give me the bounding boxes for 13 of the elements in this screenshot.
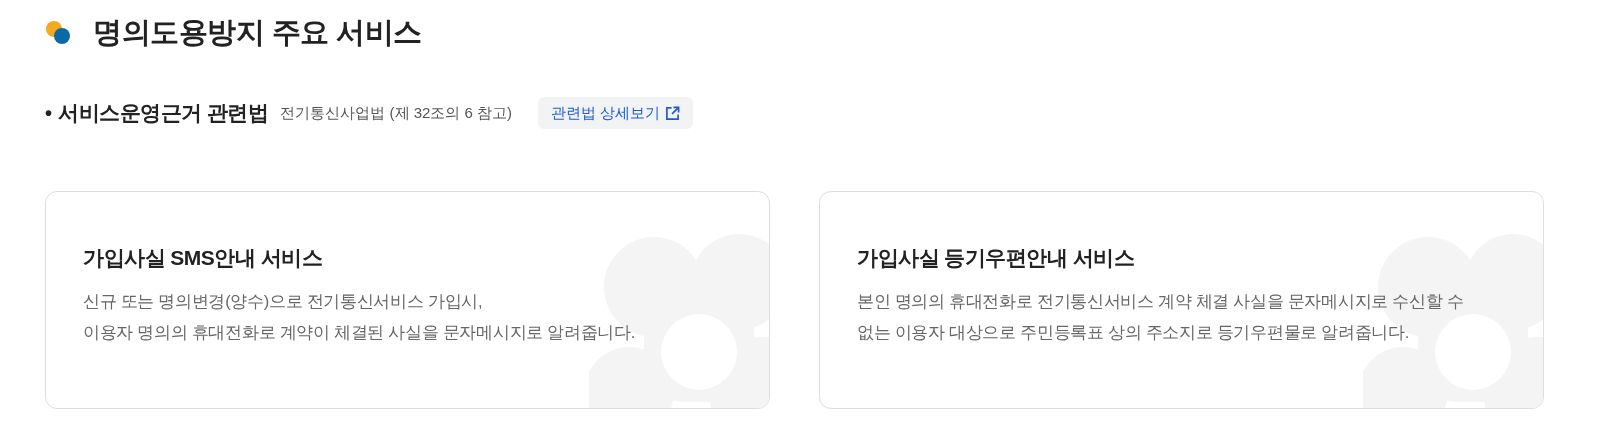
external-link-icon [665,105,681,121]
card-description-line: 이용자 명의의 휴대전화로 계약이 체결된 사실을 문자메시지로 알려줍니다. [83,322,636,343]
logo-icon [45,20,71,46]
law-reference: 전기통신사업법 (제 32조의 6 참고) [280,103,513,123]
section-label: 서비스운영근거 관련법 [58,100,269,126]
law-detail-button[interactable]: 관련법 상세보기 [538,97,694,129]
card-description-line: 본인 명의의 휴대전화로 전기통신서비스 계약 체결 사실을 문자메시지로 수신할 수 [857,291,1465,312]
card-description-line: 신규 또는 명의변경(양수)으로 전기통신서비스 가입시, [83,291,484,312]
page-title: 명의도용방지 주요 서비스 [93,15,422,50]
card-description-line: 없는 이용자 대상으로 주민등록표 상의 주소지로 등기우편물로 알려줍니다. [857,322,1410,343]
card-title: 가입사실 SMS안내 서비스 [83,245,324,271]
card-title: 가입사실 등기우편안내 서비스 [857,245,1136,271]
bullet: • [45,101,52,125]
